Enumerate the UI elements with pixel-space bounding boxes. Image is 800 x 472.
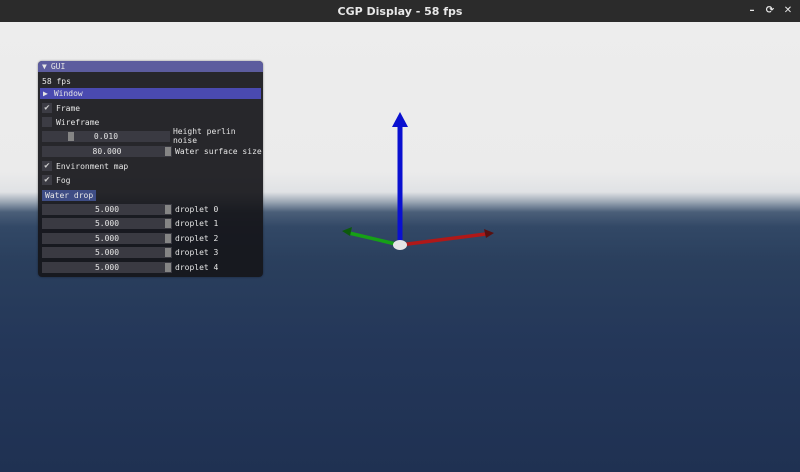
droplet-row: 5.000 droplet 2 [42, 232, 218, 244]
droplet-4-grab[interactable] [165, 262, 171, 272]
wireframe-checkbox[interactable] [42, 117, 52, 127]
expand-triangle-icon: ▶ [43, 89, 48, 98]
droplet-3-grab[interactable] [165, 247, 171, 257]
gui-title: GUI [50, 62, 66, 71]
env-map-checkbox-row[interactable]: ✔ Environment map [42, 160, 128, 172]
gui-panel[interactable]: ▼ GUI 58 fps ▶ Window ✔ Frame Wireframe … [38, 61, 263, 277]
fog-checkbox-row[interactable]: ✔ Fog [42, 174, 70, 186]
droplet-4-label: droplet 4 [175, 262, 219, 272]
water-surface-label: Water surface size [175, 146, 262, 156]
fog-label: Fog [56, 175, 71, 185]
droplet-0-slider[interactable]: 5.000 [42, 203, 172, 215]
height-perlin-row: 0.010 Height perlin noise [42, 127, 263, 145]
droplet-4-slider[interactable]: 5.000 [42, 261, 172, 273]
water-surface-slider[interactable]: 80.000 [42, 145, 172, 157]
water-surface-row: 80.000 Water surface size [42, 145, 262, 157]
height-perlin-label: Height perlin noise [172, 127, 236, 145]
height-perlin-slider[interactable]: 0.010 [42, 130, 170, 142]
droplet-4-value: 5.000 [94, 262, 120, 272]
window-titlebar: CGP Display - 58 fps – ⟳ ✕ [0, 0, 800, 22]
droplet-1-value: 5.000 [94, 218, 120, 228]
gui-title-bar[interactable]: ▼ GUI [38, 61, 263, 72]
minimize-button[interactable]: – [746, 5, 758, 17]
water-drop-row: Water drop [42, 189, 97, 201]
origin-sphere [393, 240, 407, 250]
restore-button[interactable]: ⟳ [764, 5, 776, 17]
droplet-2-grab[interactable] [165, 233, 171, 243]
x-axis-shaft [399, 232, 487, 247]
droplet-3-value: 5.000 [94, 247, 120, 257]
water-surface-value: 80.000 [92, 146, 122, 156]
x-axis-arrowhead [484, 229, 494, 238]
droplet-2-slider[interactable]: 5.000 [42, 232, 172, 244]
droplet-2-label: droplet 2 [175, 233, 219, 243]
y-axis-shaft [348, 231, 401, 247]
droplet-1-label: droplet 1 [175, 218, 219, 228]
droplet-row: 5.000 droplet 3 [42, 246, 218, 258]
droplet-row: 5.000 droplet 1 [42, 217, 218, 229]
droplet-3-slider[interactable]: 5.000 [42, 246, 172, 258]
frame-checkbox-row[interactable]: ✔ Frame [42, 102, 80, 114]
droplet-0-value: 5.000 [94, 204, 120, 214]
window-controls: – ⟳ ✕ [746, 0, 794, 22]
frame-label: Frame [56, 103, 81, 113]
droplet-2-value: 5.000 [94, 233, 120, 243]
height-perlin-value: 0.010 [93, 131, 119, 141]
close-button[interactable]: ✕ [782, 5, 794, 17]
droplet-1-slider[interactable]: 5.000 [42, 217, 172, 229]
window-section-header[interactable]: ▶ Window [40, 88, 261, 99]
droplet-row: 5.000 droplet 4 [42, 261, 218, 273]
water-drop-button[interactable]: Water drop [42, 189, 97, 201]
droplet-1-grab[interactable] [165, 218, 171, 228]
wireframe-label: Wireframe [56, 117, 100, 127]
window-header-label: Window [53, 89, 83, 98]
env-map-label: Environment map [56, 161, 129, 171]
window-title: CGP Display - 58 fps [337, 4, 463, 18]
droplet-0-grab[interactable] [165, 204, 171, 214]
z-axis-arrowhead [392, 112, 408, 127]
collapse-triangle-icon[interactable]: ▼ [42, 62, 47, 71]
height-perlin-grab[interactable] [68, 131, 74, 141]
droplet-0-label: droplet 0 [175, 204, 219, 214]
fog-checkbox[interactable]: ✔ [42, 175, 52, 185]
fps-text: 58 fps [42, 76, 71, 86]
water-surface-grab[interactable] [165, 146, 171, 156]
frame-checkbox[interactable]: ✔ [42, 103, 52, 113]
fps-readout: 58 fps [42, 75, 71, 87]
droplet-3-label: droplet 3 [175, 247, 219, 257]
droplet-row: 5.000 droplet 0 [42, 203, 218, 215]
wireframe-checkbox-row[interactable]: Wireframe [42, 116, 99, 128]
env-map-checkbox[interactable]: ✔ [42, 161, 52, 171]
